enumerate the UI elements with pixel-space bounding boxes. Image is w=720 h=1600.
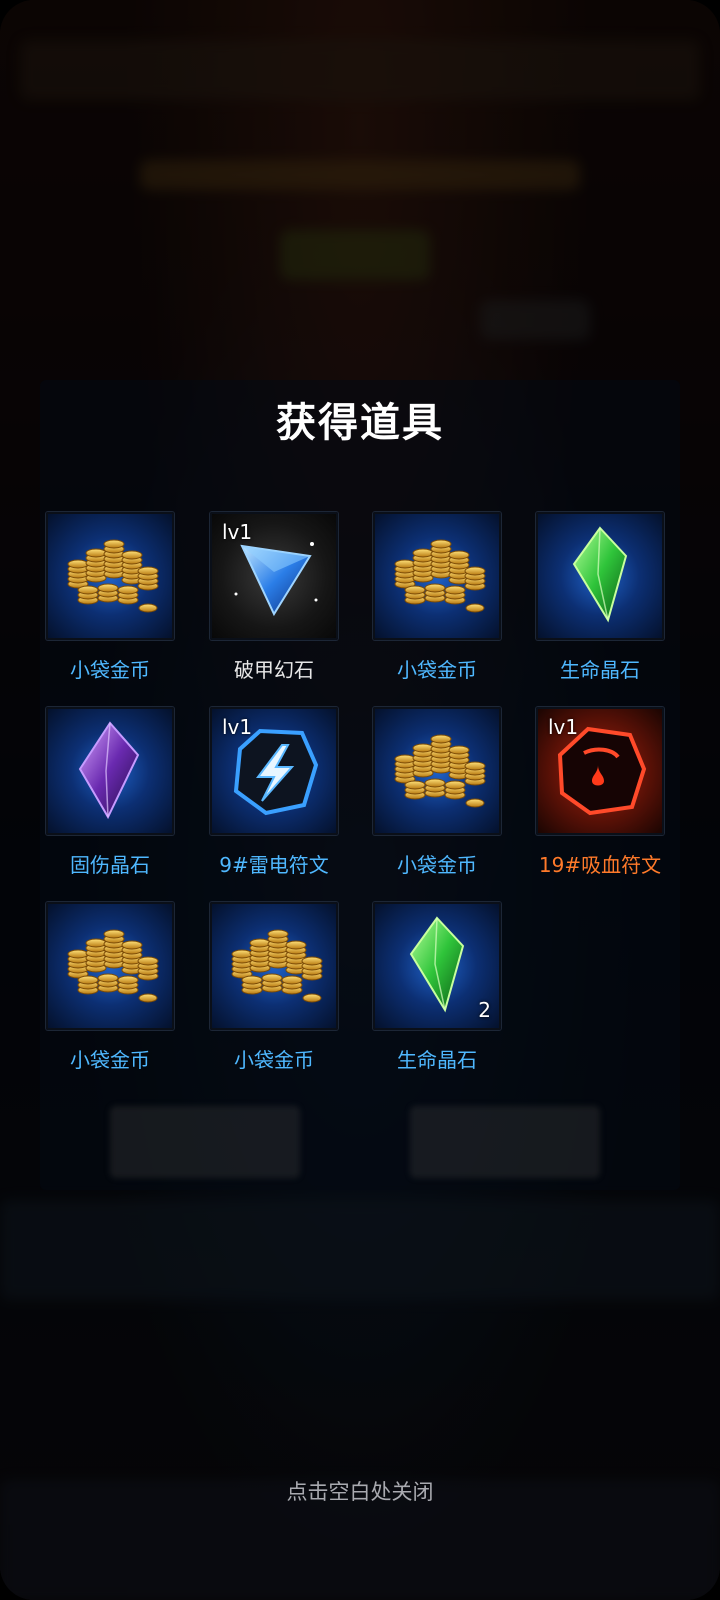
- reward-item[interactable]: lv1 9#雷电符文: [210, 707, 338, 887]
- background-button-right: [410, 1106, 600, 1178]
- purple-crystal-icon: [48, 709, 172, 833]
- reward-item[interactable]: lv1 破甲幻石: [210, 512, 338, 692]
- reward-item-icon-frame[interactable]: lv1: [210, 512, 338, 640]
- reward-item[interactable]: 小袋金币: [373, 512, 501, 692]
- reward-item[interactable]: 固伤晶石: [46, 707, 174, 887]
- background-button-left: [110, 1106, 300, 1178]
- reward-item[interactable]: 小袋金币: [46, 902, 174, 1082]
- item-level-badge: lv1: [548, 715, 579, 739]
- reward-item-name: 9#雷电符文: [219, 853, 329, 877]
- green-crystal-icon: [538, 514, 662, 638]
- gold-coins-icon: [212, 904, 336, 1028]
- item-level-badge: lv1: [222, 520, 253, 544]
- reward-item-name: 小袋金币: [70, 1048, 150, 1072]
- reward-item-name: 固伤晶石: [70, 853, 150, 877]
- reward-item-icon-frame[interactable]: [46, 512, 174, 640]
- reward-item-icon-frame[interactable]: [373, 512, 501, 640]
- gold-coins-icon: [375, 514, 499, 638]
- reward-item-name: 小袋金币: [397, 658, 477, 682]
- reward-item-name: 生命晶石: [397, 1048, 477, 1072]
- dialog-title: 获得道具: [276, 400, 444, 446]
- reward-item-name: 破甲幻石: [234, 658, 314, 682]
- reward-item-icon-frame[interactable]: [373, 707, 501, 835]
- close-hint[interactable]: 点击空白处关闭: [0, 1476, 720, 1506]
- item-count: 2: [478, 998, 491, 1022]
- reward-item-name: 生命晶石: [560, 658, 640, 682]
- reward-item[interactable]: lv1 19#吸血符文: [536, 707, 664, 887]
- reward-item-icon-frame[interactable]: lv1: [536, 707, 664, 835]
- reward-item-name: 小袋金币: [234, 1048, 314, 1072]
- reward-item-name: 小袋金币: [70, 658, 150, 682]
- reward-item-name: 小袋金币: [397, 853, 477, 877]
- game-screen[interactable]: 获得道具 小袋金币 lv1 破甲幻石 小袋金币 生命晶石 固伤晶石 lv1 9#雷电符文 小袋金…: [0, 0, 720, 1600]
- reward-item[interactable]: 生命晶石: [536, 512, 664, 692]
- reward-item-icon-frame[interactable]: [46, 902, 174, 1030]
- reward-item-name: 19#吸血符文: [538, 853, 662, 877]
- reward-item-icon-frame[interactable]: [46, 707, 174, 835]
- item-level-badge: lv1: [222, 715, 253, 739]
- reward-item[interactable]: 小袋金币: [373, 707, 501, 887]
- gold-coins-icon: [48, 904, 172, 1028]
- reward-item-icon-frame[interactable]: [536, 512, 664, 640]
- gold-coins-icon: [48, 514, 172, 638]
- reward-item[interactable]: 2 生命晶石: [373, 902, 501, 1082]
- reward-item-icon-frame[interactable]: [210, 902, 338, 1030]
- gold-coins-icon: [375, 709, 499, 833]
- reward-item[interactable]: 小袋金币: [46, 512, 174, 692]
- reward-item-icon-frame[interactable]: lv1: [210, 707, 338, 835]
- reward-item[interactable]: 小袋金币: [210, 902, 338, 1082]
- reward-item-icon-frame[interactable]: 2: [373, 902, 501, 1030]
